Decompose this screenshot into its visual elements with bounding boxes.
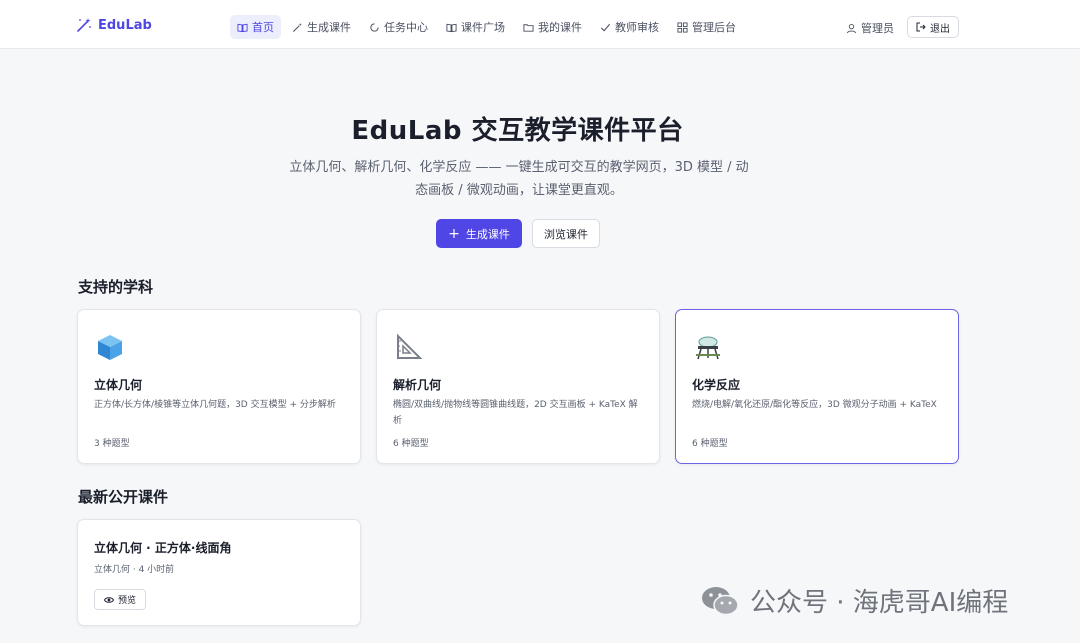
- preview-label: 预览: [117, 596, 136, 606]
- watermark-text: 公众号 · 海虎哥AI编程: [750, 588, 1009, 618]
- subject-count: 6 种题型: [393, 439, 429, 449]
- subject-card-analytic-geometry[interactable]: 解析几何 椭圆/双曲线/抛物线等圆锥曲线题，2D 交互画板 + KaTeX 解析…: [376, 309, 660, 464]
- subject-title: 立体几何: [94, 378, 143, 392]
- magic-wand-icon: [293, 22, 302, 32]
- plus-icon: +: [448, 225, 460, 242]
- course-card[interactable]: 立体几何 · 正方体·线面角 立体几何 · 4 小时前 预览: [77, 519, 361, 626]
- nav-item-tasks[interactable]: 任务中心: [362, 15, 435, 39]
- nav-item-label: 教师审核: [615, 21, 659, 34]
- wechat-icon: [702, 586, 739, 615]
- logout-label: 退出: [930, 23, 950, 35]
- logout-icon: [916, 22, 926, 32]
- cube-icon: [98, 335, 122, 360]
- nav-item-plaza[interactable]: 课件广场: [439, 15, 512, 39]
- top-navbar: EduLab 首页 生成课件 任务中心 课件广场 我的课件 教师审核 管理后台 …: [0, 0, 1080, 49]
- generate-course-label: 生成课件: [465, 227, 510, 241]
- nav-item-label: 我的课件: [538, 21, 582, 34]
- subject-count: 3 种题型: [94, 439, 130, 449]
- subject-description: 正方体/长方体/棱锥等立体几何题，3D 交互模型 + 分步解析: [94, 400, 336, 410]
- subject-title: 解析几何: [393, 378, 442, 392]
- subject-description: 椭圆/双曲线/抛物线等圆锥曲线题，2D 交互画板 + KaTeX 解析: [393, 400, 638, 426]
- subject-title: 化学反应: [692, 378, 741, 392]
- folder-icon: [523, 23, 534, 32]
- flask-icon: [696, 336, 720, 360]
- triangle-ruler-icon: [397, 333, 423, 359]
- nav-item-admin[interactable]: 管理后台: [670, 15, 743, 39]
- check-icon: [600, 23, 611, 32]
- user-name: 管理员: [861, 22, 894, 35]
- logout-button[interactable]: 退出: [907, 16, 959, 38]
- page-title: EduLab 交互教学课件平台: [351, 116, 684, 146]
- spinner-icon: [370, 22, 379, 32]
- subject-card-chemistry[interactable]: 化学反应 燃烧/电解/氧化还原/酯化等反应，3D 微观分子动画 + KaTeX …: [675, 309, 959, 464]
- preview-button[interactable]: 预览: [94, 589, 146, 610]
- subject-card-solid-geometry[interactable]: 立体几何 正方体/长方体/棱锥等立体几何题，3D 交互模型 + 分步解析 3 种…: [77, 309, 361, 464]
- nav-item-label: 首页: [252, 21, 274, 34]
- course-meta: 立体几何 · 4 小时前: [94, 565, 175, 575]
- browse-courses-button[interactable]: 浏览课件: [532, 219, 600, 248]
- main-nav: 首页 生成课件 任务中心 课件广场 我的课件 教师审核 管理后台: [230, 15, 743, 39]
- brand-logo[interactable]: EduLab: [76, 17, 152, 33]
- nav-item-generate[interactable]: 生成课件: [285, 15, 358, 39]
- course-title: 立体几何 · 正方体·线面角: [94, 541, 232, 555]
- generate-course-button[interactable]: + 生成课件: [436, 219, 522, 248]
- magic-wand-icon: [77, 18, 91, 32]
- hero-subtitle: 立体几何、解析几何、化学反应 —— 一键生成可交互的教学网页，3D 模型 / 动…: [289, 160, 749, 198]
- brand-name: EduLab: [98, 17, 152, 33]
- book-icon: [446, 23, 457, 32]
- nav-item-my-courses[interactable]: 我的课件: [516, 15, 589, 39]
- nav-item-home[interactable]: 首页: [230, 15, 281, 39]
- book-open-icon: [237, 23, 248, 32]
- nav-item-review[interactable]: 教师审核: [593, 15, 666, 39]
- watermark: 公众号 · 海虎哥AI编程: [700, 582, 1008, 619]
- eye-icon: [103, 596, 114, 603]
- nav-item-label: 课件广场: [461, 21, 505, 34]
- nav-item-label: 任务中心: [384, 21, 428, 34]
- user-icon: [846, 23, 857, 33]
- user-menu[interactable]: 管理员: [846, 20, 894, 36]
- nav-item-label: 管理后台: [692, 21, 736, 34]
- subject-count: 6 种题型: [692, 439, 728, 449]
- nav-item-label: 生成课件: [307, 21, 351, 34]
- latest-section-title: 最新公开课件: [78, 488, 169, 506]
- subject-description: 燃烧/电解/氧化还原/酯化等反应，3D 微观分子动画 + KaTeX: [692, 400, 937, 410]
- grid-icon: [677, 21, 688, 33]
- subjects-section-title: 支持的学科: [78, 278, 154, 296]
